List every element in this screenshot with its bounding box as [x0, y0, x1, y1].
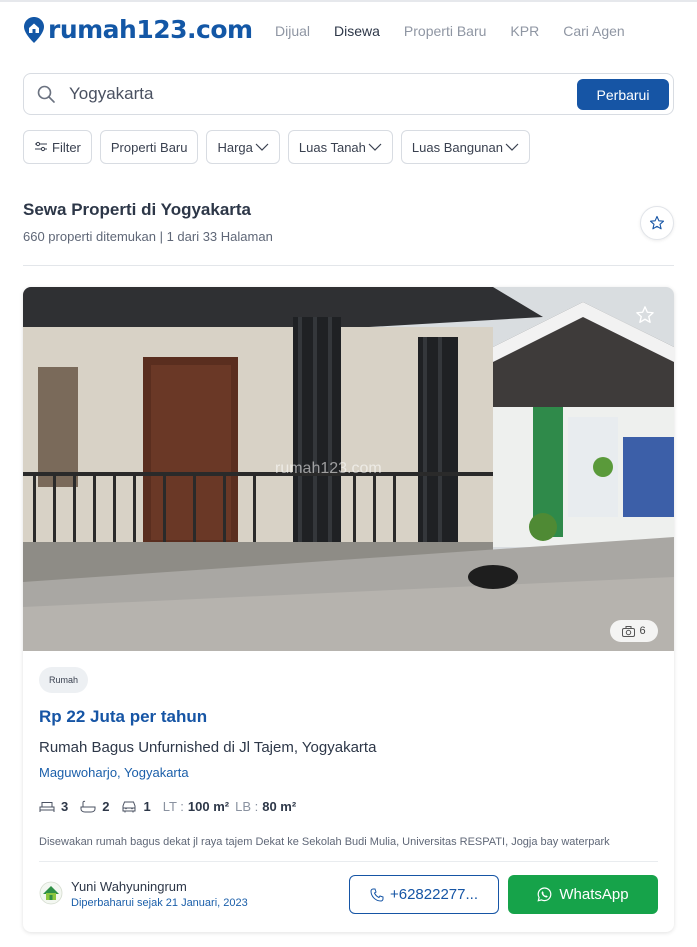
bathroom-spec: 2 — [80, 799, 109, 814]
agent-name[interactable]: Yuni Wahyuningrum — [71, 879, 187, 894]
building-area-value: 80 m² — [262, 799, 297, 814]
main-nav: Dijual Disewa Properti Baru KPR Cari Age… — [275, 22, 649, 40]
section-divider — [23, 265, 674, 266]
search-bar: Perbarui — [23, 73, 674, 115]
building-area-label: LB : — [235, 799, 259, 814]
land-area-label: LT : — [162, 799, 184, 814]
listing-location[interactable]: Maguwoharjo, Yogyakarta — [39, 765, 189, 780]
filter-bar: Filter Properti Baru Harga Luas Tanah Lu… — [23, 130, 538, 164]
update-search-button[interactable]: Perbarui — [577, 79, 669, 110]
whatsapp-icon — [537, 887, 552, 902]
listing-description: Disewakan rumah bagus dekat jl raya taje… — [39, 836, 610, 848]
land-area-filter[interactable]: Luas Tanah — [287, 130, 393, 164]
location-pin-icon — [24, 17, 44, 43]
listing-updated-date: Diperbaharui sejak 21 Januari, 2023 — [71, 897, 248, 909]
site-header: rumah123.com Dijual Disewa Properti Baru… — [0, 2, 697, 54]
photo-count: 6 — [639, 625, 646, 637]
photo-count-badge[interactable]: 6 — [610, 620, 658, 642]
bed-icon — [39, 802, 55, 812]
nav-cari-agen[interactable]: Cari Agen — [563, 22, 624, 40]
phone-icon — [370, 888, 384, 902]
agency-logo-icon[interactable] — [39, 881, 63, 905]
results-summary: 660 properti ditemukan | 1 dari 33 Halam… — [23, 229, 273, 244]
nav-kpr[interactable]: KPR — [510, 22, 539, 40]
search-input[interactable] — [69, 83, 569, 105]
chevron-down-icon — [368, 143, 382, 151]
star-icon — [649, 215, 665, 230]
listing-card[interactable]: rumah123.com 6 Rumah Rp 22 Juta per tahu… — [23, 287, 674, 932]
filter-label: Filter — [52, 139, 81, 155]
garage-spec: 1 — [121, 799, 151, 814]
new-property-filter[interactable]: Properti Baru — [99, 130, 199, 164]
nav-dijual[interactable]: Dijual — [275, 22, 310, 40]
chevron-down-icon — [255, 143, 269, 151]
sliders-icon — [35, 141, 47, 152]
building-area-label: Luas Bangunan — [411, 139, 503, 155]
save-search-button[interactable] — [640, 206, 674, 240]
logo-text: rumah123.com — [48, 15, 253, 44]
phone-label: +62822277... — [389, 886, 478, 903]
listing-price[interactable]: Rp 22 Juta per tahun — [39, 707, 207, 727]
whatsapp-button[interactable]: WhatsApp — [508, 875, 658, 914]
nav-disewa[interactable]: Disewa — [334, 22, 380, 40]
bedroom-spec: 3 — [39, 799, 68, 814]
new-property-label: Properti Baru — [110, 139, 188, 155]
bathroom-count: 2 — [102, 799, 110, 814]
listing-title[interactable]: Rumah Bagus Unfurnished di Jl Tajem, Yog… — [39, 739, 376, 756]
nav-properti-baru[interactable]: Properti Baru — [404, 22, 486, 40]
car-icon — [122, 801, 136, 813]
page-title: Sewa Properti di Yogyakarta — [23, 200, 252, 219]
filter-button[interactable]: Filter — [23, 130, 92, 164]
price-filter[interactable]: Harga — [206, 130, 280, 164]
site-logo[interactable]: rumah123.com — [23, 16, 253, 44]
house-photo: rumah123.com — [23, 287, 674, 651]
land-area-label: Luas Tanah — [298, 139, 366, 155]
star-icon — [636, 306, 654, 323]
garage-count: 1 — [143, 799, 151, 814]
listing-specs: 3 2 1 LT : 100 m² LB : 80 m² — [39, 799, 302, 814]
listing-photo[interactable]: rumah123.com 6 — [23, 287, 674, 651]
favorite-button[interactable] — [635, 305, 655, 325]
price-label: Harga — [217, 139, 253, 155]
bathtub-icon — [80, 800, 96, 813]
land-area-value: 100 m² — [187, 799, 230, 814]
property-type-badge: Rumah — [39, 667, 89, 693]
search-icon — [37, 85, 55, 103]
camera-icon — [622, 625, 636, 637]
card-divider — [39, 861, 658, 862]
chevron-down-icon — [505, 143, 519, 151]
photo-watermark: rumah123.com — [275, 460, 382, 477]
building-area-filter[interactable]: Luas Bangunan — [400, 130, 530, 164]
whatsapp-label: WhatsApp — [559, 886, 629, 903]
bedroom-count: 3 — [61, 799, 69, 814]
call-agent-button[interactable]: +62822277... — [349, 875, 499, 914]
